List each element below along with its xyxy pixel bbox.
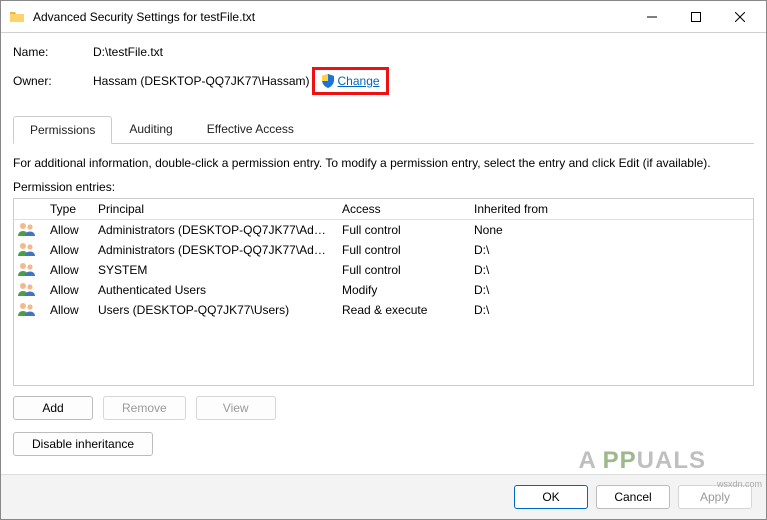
titlebar: Advanced Security Settings for testFile.…: [1, 1, 766, 33]
ok-button[interactable]: OK: [514, 485, 588, 509]
table-row[interactable]: AllowSYSTEMFull controlD:\: [14, 260, 753, 280]
minimize-button[interactable]: [630, 2, 674, 32]
name-label: Name:: [13, 45, 93, 59]
table-body: AllowAdministrators (DESKTOP-QQ7JK77\Adm…: [14, 220, 753, 320]
permissions-table: Type Principal Access Inherited from All…: [13, 198, 754, 386]
security-settings-window: Advanced Security Settings for testFile.…: [0, 0, 767, 520]
inheritance-row: Disable inheritance: [13, 432, 754, 456]
users-icon: [14, 300, 42, 321]
cell-access: Read & execute: [334, 300, 466, 320]
shield-icon: [321, 74, 335, 88]
maximize-button[interactable]: [674, 2, 718, 32]
tab-auditing[interactable]: Auditing: [112, 115, 189, 143]
cell-inherited: D:\: [466, 260, 753, 280]
owner-label: Owner:: [13, 74, 93, 88]
content-area: Name: D:\testFile.txt Owner: Hassam (DES…: [1, 33, 766, 474]
users-icon: [14, 260, 42, 281]
table-header: Type Principal Access Inherited from: [14, 199, 753, 220]
cell-type: Allow: [42, 280, 90, 300]
cell-access: Modify: [334, 280, 466, 300]
dialog-footer: OK Cancel Apply: [1, 474, 766, 519]
cell-type: Allow: [42, 240, 90, 260]
cell-access: Full control: [334, 240, 466, 260]
entry-buttons: Add Remove View: [13, 396, 754, 420]
cell-principal: Administrators (DESKTOP-QQ7JK77\Admini..…: [90, 240, 334, 260]
users-icon: [14, 220, 42, 241]
cell-inherited: D:\: [466, 300, 753, 320]
cell-principal: SYSTEM: [90, 260, 334, 280]
cell-type: Allow: [42, 260, 90, 280]
cell-access: Full control: [334, 220, 466, 240]
folder-icon: [9, 9, 25, 25]
table-row[interactable]: AllowAuthenticated UsersModifyD:\: [14, 280, 753, 300]
tab-permissions[interactable]: Permissions: [13, 116, 112, 144]
name-row: Name: D:\testFile.txt: [13, 45, 754, 59]
users-icon: [14, 240, 42, 261]
header-icon-col[interactable]: [14, 199, 42, 219]
close-button[interactable]: [718, 2, 762, 32]
header-principal[interactable]: Principal: [90, 199, 334, 219]
info-text: For additional information, double-click…: [13, 156, 754, 170]
cell-principal: Users (DESKTOP-QQ7JK77\Users): [90, 300, 334, 320]
users-icon: [14, 280, 42, 301]
cell-type: Allow: [42, 300, 90, 320]
cell-principal: Administrators (DESKTOP-QQ7JK77\Admini..…: [90, 220, 334, 240]
window-title: Advanced Security Settings for testFile.…: [33, 10, 630, 24]
cell-type: Allow: [42, 220, 90, 240]
cancel-button[interactable]: Cancel: [596, 485, 670, 509]
header-inherited[interactable]: Inherited from: [466, 199, 753, 219]
tab-effective-access[interactable]: Effective Access: [190, 115, 311, 143]
cell-principal: Authenticated Users: [90, 280, 334, 300]
tabs: Permissions Auditing Effective Access: [13, 115, 754, 144]
view-button: View: [196, 396, 276, 420]
entries-label: Permission entries:: [13, 180, 754, 194]
table-row[interactable]: AllowAdministrators (DESKTOP-QQ7JK77\Adm…: [14, 220, 753, 240]
cell-inherited: D:\: [466, 280, 753, 300]
header-access[interactable]: Access: [334, 199, 466, 219]
window-controls: [630, 2, 762, 32]
owner-value: Hassam (DESKTOP-QQ7JK77\Hassam): [93, 74, 310, 88]
header-type[interactable]: Type: [42, 199, 90, 219]
cell-inherited: D:\: [466, 240, 753, 260]
change-owner-link[interactable]: Change: [338, 74, 380, 88]
add-button[interactable]: Add: [13, 396, 93, 420]
change-highlight: Change: [312, 67, 389, 95]
remove-button: Remove: [103, 396, 186, 420]
owner-row: Owner: Hassam (DESKTOP-QQ7JK77\Hassam) C…: [13, 67, 754, 95]
table-row[interactable]: AllowAdministrators (DESKTOP-QQ7JK77\Adm…: [14, 240, 753, 260]
name-value: D:\testFile.txt: [93, 45, 163, 59]
apply-button: Apply: [678, 485, 752, 509]
cell-inherited: None: [466, 220, 753, 240]
table-row[interactable]: AllowUsers (DESKTOP-QQ7JK77\Users)Read &…: [14, 300, 753, 320]
cell-access: Full control: [334, 260, 466, 280]
disable-inheritance-button[interactable]: Disable inheritance: [13, 432, 153, 456]
